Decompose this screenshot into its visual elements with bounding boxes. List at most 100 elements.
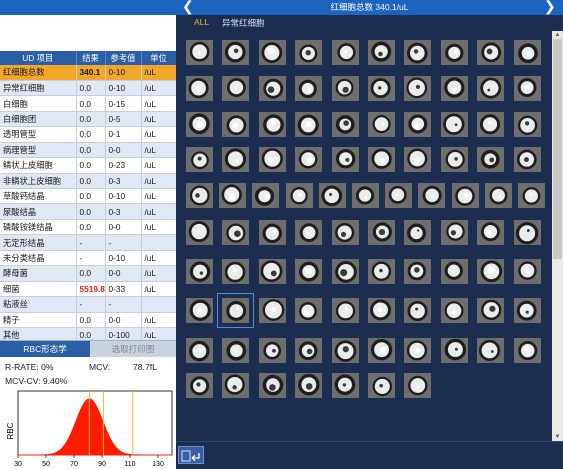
table-row[interactable]: 草酸钙结晶 0.0 0-10/uL <box>0 188 177 205</box>
cell-thumbnail[interactable] <box>477 259 505 284</box>
table-row[interactable]: 白细胞团 0.0 0-5/uL <box>0 111 177 128</box>
scroll-down-icon[interactable]: ▼ <box>552 433 563 441</box>
cell-thumbnail[interactable] <box>368 112 395 137</box>
table-row[interactable]: 透明管型 0.0 0-1/uL <box>0 126 177 143</box>
cell-thumbnail[interactable] <box>440 220 468 245</box>
cell-thumbnail[interactable] <box>258 259 286 284</box>
cell-thumbnail[interactable] <box>368 220 395 245</box>
cell-thumbnail[interactable] <box>258 76 286 101</box>
cell-thumbnail[interactable] <box>222 76 250 101</box>
cell-thumbnail[interactable] <box>404 373 432 398</box>
table-row[interactable]: 病理管型 0.0 0-0/uL <box>0 142 177 159</box>
cell-thumbnail[interactable] <box>440 40 468 65</box>
cell-thumbnail[interactable] <box>440 259 468 284</box>
cell-thumbnail[interactable] <box>258 298 286 323</box>
cell-thumbnail[interactable] <box>477 76 505 101</box>
cell-thumbnail[interactable] <box>404 147 432 172</box>
tab-rbc-morphology[interactable]: RBC形态学 <box>0 341 90 357</box>
cell-thumbnail[interactable] <box>513 76 541 101</box>
cell-thumbnail[interactable] <box>331 298 359 323</box>
cell-thumbnail[interactable] <box>404 298 432 323</box>
cell-thumbnail[interactable] <box>258 112 286 137</box>
cell-thumbnail[interactable] <box>222 220 250 245</box>
cell-thumbnail[interactable] <box>186 76 213 101</box>
cell-thumbnail[interactable] <box>295 338 323 363</box>
cell-thumbnail[interactable] <box>404 220 432 245</box>
cell-thumbnail[interactable] <box>368 147 395 172</box>
cell-thumbnail[interactable] <box>518 183 545 208</box>
cell-thumbnail[interactable] <box>295 76 323 101</box>
table-row[interactable]: 酵母菌 0.0 0-0/uL <box>0 265 177 282</box>
cell-thumbnail[interactable] <box>222 40 250 65</box>
cell-thumbnail[interactable] <box>368 338 395 363</box>
cell-thumbnail[interactable] <box>295 147 323 172</box>
cell-thumbnail[interactable] <box>477 298 505 323</box>
cell-thumbnail[interactable] <box>484 183 512 208</box>
cell-thumbnail[interactable] <box>331 147 359 172</box>
table-row[interactable]: 白细胞 0.0 0-15/uL <box>0 95 177 112</box>
cell-thumbnail[interactable] <box>368 76 395 101</box>
cell-thumbnail[interactable] <box>222 338 250 363</box>
cell-thumbnail[interactable] <box>186 220 213 245</box>
cell-thumbnail[interactable] <box>331 40 359 65</box>
cell-thumbnail[interactable] <box>513 220 541 245</box>
cell-thumbnail[interactable] <box>295 373 323 398</box>
cell-thumbnail[interactable] <box>331 112 359 137</box>
scroll-up-icon[interactable]: ▲ <box>552 31 563 39</box>
cell-thumbnail[interactable] <box>440 298 468 323</box>
cell-thumbnail[interactable] <box>451 183 479 208</box>
table-row[interactable]: 细菌 5519.8 0-33/uL <box>0 281 177 298</box>
tab-abnormal-rbc[interactable]: 异常红细胞 <box>222 17 265 29</box>
cell-thumbnail[interactable] <box>404 338 432 363</box>
cell-thumbnail[interactable] <box>477 147 505 172</box>
table-row[interactable]: 未分类结晶 -0-10/uL <box>0 250 177 267</box>
cell-thumbnail[interactable] <box>331 259 359 284</box>
cell-thumbnail[interactable] <box>368 298 395 323</box>
cell-thumbnail[interactable] <box>352 183 379 208</box>
table-row[interactable]: 非鳞状上皮细胞 0.0 0-3/uL <box>0 173 177 190</box>
table-row[interactable]: 鳞状上皮细胞 0.0 0-23/uL <box>0 157 177 174</box>
cell-thumbnail[interactable] <box>295 40 323 65</box>
cell-thumbnail[interactable] <box>219 183 247 208</box>
cell-thumbnail[interactable] <box>404 76 432 101</box>
cell-thumbnail[interactable] <box>217 293 255 328</box>
cell-thumbnail[interactable] <box>222 147 250 172</box>
tab-select-print-image[interactable]: 选取打印图 <box>90 341 176 357</box>
cell-thumbnail[interactable] <box>477 40 505 65</box>
cell-thumbnail[interactable] <box>295 112 323 137</box>
cell-thumbnail[interactable] <box>385 183 413 208</box>
cell-thumbnail[interactable] <box>258 147 286 172</box>
table-row[interactable]: 磷酸铵镁结晶 0.0 0-0/uL <box>0 219 177 236</box>
vertical-scrollbar[interactable]: ▲ ▼ <box>552 31 563 441</box>
cell-thumbnail[interactable] <box>477 338 505 363</box>
cell-thumbnail[interactable] <box>404 112 432 137</box>
cell-thumbnail[interactable] <box>222 112 250 137</box>
cell-thumbnail[interactable] <box>477 220 505 245</box>
cell-thumbnail[interactable] <box>295 298 323 323</box>
cell-thumbnail[interactable] <box>440 338 468 363</box>
table-row[interactable]: 无定形结晶 - - <box>0 234 177 251</box>
cell-thumbnail[interactable] <box>368 373 395 398</box>
tab-all[interactable]: ALL <box>194 17 209 27</box>
cell-thumbnail[interactable] <box>295 220 323 245</box>
cell-thumbnail[interactable] <box>222 373 250 398</box>
cell-thumbnail[interactable] <box>186 259 213 284</box>
cell-thumbnail[interactable] <box>418 183 446 208</box>
cell-thumbnail[interactable] <box>186 40 213 65</box>
cell-thumbnail[interactable] <box>331 338 359 363</box>
cell-thumbnail[interactable] <box>404 259 432 284</box>
cell-thumbnail[interactable] <box>440 147 468 172</box>
cell-thumbnail[interactable] <box>513 259 541 284</box>
cell-thumbnail[interactable] <box>295 259 323 284</box>
cell-thumbnail[interactable] <box>258 220 286 245</box>
cell-thumbnail[interactable] <box>513 298 541 323</box>
cell-thumbnail[interactable] <box>513 112 541 137</box>
cell-thumbnail[interactable] <box>440 112 468 137</box>
cell-thumbnail[interactable] <box>258 40 286 65</box>
cell-thumbnail[interactable] <box>404 40 432 65</box>
cell-thumbnail[interactable] <box>513 147 541 172</box>
cell-thumbnail[interactable] <box>186 147 213 172</box>
cell-thumbnail[interactable] <box>318 183 346 208</box>
return-button[interactable] <box>178 446 204 464</box>
table-row[interactable]: 红细胞总数 340.1 0-10/uL <box>0 65 177 81</box>
